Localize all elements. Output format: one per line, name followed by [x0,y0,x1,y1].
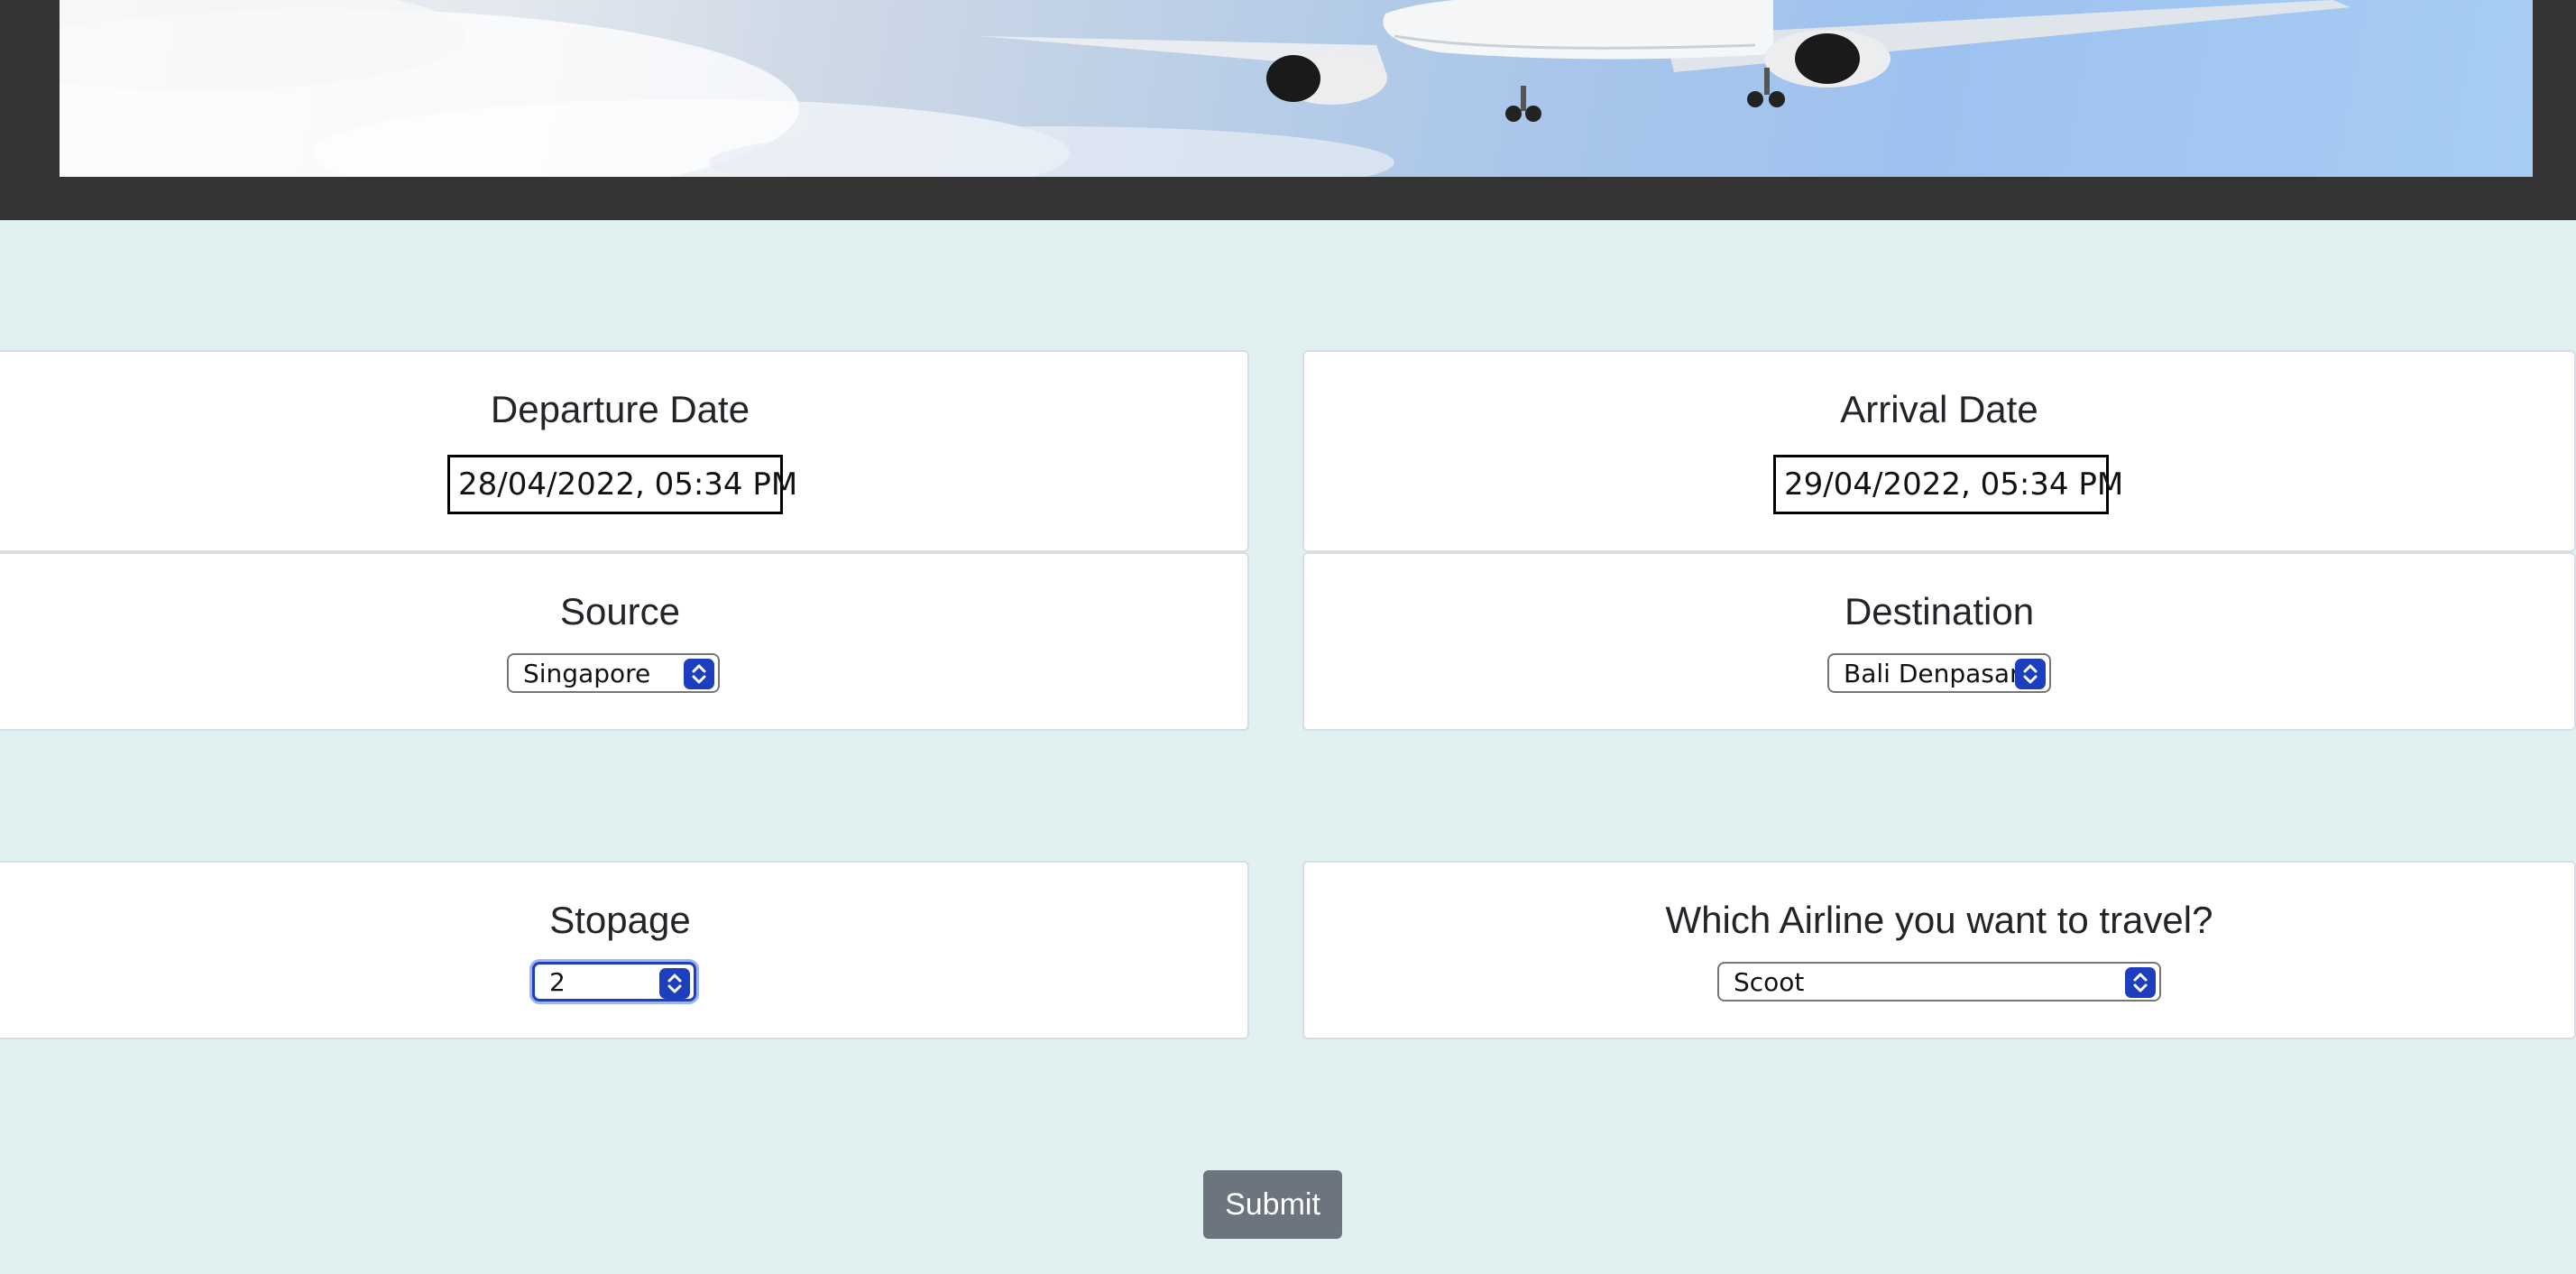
stopage-select[interactable]: 2 [532,962,696,1002]
departure-date-label: Departure Date [490,388,750,430]
arrival-date-card: Arrival Date 29/04/2022, 05:34 PM [1302,350,2576,552]
departure-date-card: Departure Date 28/04/2022, 05:34 PM [0,350,1249,552]
chevron-up-down-icon [2015,659,2046,689]
stopage-card: Stopage 2 [0,861,1249,1039]
source-selected-value: Singapore [523,658,651,688]
source-select[interactable]: Singapore [507,653,720,693]
airline-card: Which Airline you want to travel? Scoot [1302,861,2576,1039]
stopage-selected-value: 2 [549,966,566,997]
airline-label: Which Airline you want to travel? [1665,899,2213,941]
airline-select[interactable]: Scoot [1717,962,2161,1002]
airline-selected-value: Scoot [1734,966,1805,997]
source-card: Source Singapore [0,552,1249,731]
header-band [0,0,2576,220]
chevron-up-down-icon [684,659,714,689]
arrival-date-input[interactable]: 29/04/2022, 05:34 PM [1773,455,2123,514]
chevron-up-down-icon [2125,967,2156,998]
source-label: Source [559,590,681,632]
chevron-up-down-icon [659,968,690,999]
destination-card: Destination Bali Denpasar [1302,552,2576,731]
departure-date-input[interactable]: 28/04/2022, 05:34 PM [447,455,797,514]
submit-button[interactable]: Submit [1203,1170,1342,1239]
airplane-banner-image [60,0,2533,177]
destination-selected-value: Bali Denpasar [1844,658,2020,688]
destination-select[interactable]: Bali Denpasar [1827,653,2051,693]
arrival-date-label: Arrival Date [1840,388,2038,430]
destination-label: Destination [1844,590,2035,632]
stopage-label: Stopage [549,899,691,941]
